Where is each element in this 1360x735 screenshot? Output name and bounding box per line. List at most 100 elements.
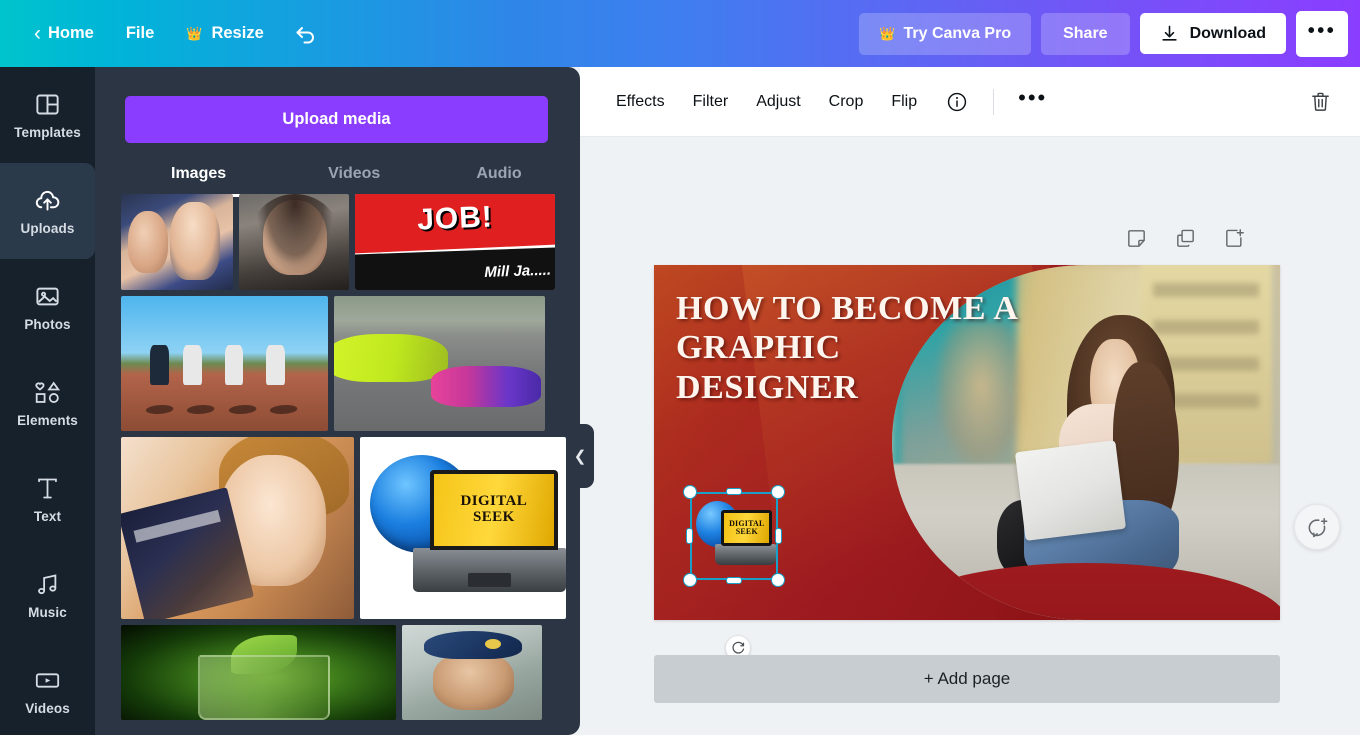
file-menu-button[interactable]: File [110,15,170,52]
resize-handle-top-right[interactable] [771,485,785,499]
sidebar-item-videos[interactable]: Videos [0,643,95,735]
design-headline[interactable]: HOW TO BECOME A GRAPHIC DESIGNER [676,289,1027,407]
sidebar-label-elements: Elements [17,412,78,428]
sidebar-label-uploads: Uploads [20,220,75,236]
tab-audio[interactable]: Audio [474,159,523,189]
thumbnail-two-girls-selfie[interactable] [121,194,233,290]
tab-images[interactable]: Images [154,159,243,197]
thumbnail-green-tea-plant[interactable] [121,625,396,720]
sidebar-item-elements[interactable]: Elements [0,355,95,451]
trash-icon [1312,92,1329,111]
page-notes-button[interactable] [1125,227,1148,250]
canva-editor-window: ‹ Home File 👑 Resize 👑 Try Canva Pro Sha… [0,0,1360,735]
selected-element-digital-seek-logo[interactable]: DIGITAL SEEK [683,485,785,587]
resize-handle-right-middle[interactable] [775,528,782,544]
sidebar-item-text[interactable]: Text [0,451,95,547]
info-icon [947,92,967,111]
download-icon [1161,25,1177,41]
left-rail: Templates Uploads Photos Elements Text M… [0,67,95,735]
photo-icon [36,287,59,305]
resize-handle-top-left[interactable] [683,485,697,499]
sidebar-label-music: Music [28,604,67,620]
uploads-grid: JOB! Mill Ja..... DIGITAL SEEK [121,194,566,735]
filter-button[interactable]: Filter [679,84,743,120]
thumbnail-pushup-exercise[interactable] [334,296,545,431]
upload-media-button[interactable]: Upload media [125,96,548,143]
thumbnail-woman-portrait-selfie[interactable] [239,194,349,290]
thumbnail-child-reading-dictionary[interactable] [121,437,354,619]
download-button[interactable]: Download [1139,13,1286,54]
adjust-button[interactable]: Adjust [742,84,814,120]
home-label: Home [48,24,94,42]
job-banner-title: JOB! [416,200,494,237]
sidebar-item-templates[interactable]: Templates [0,67,95,163]
add-page-icon [1226,229,1244,247]
uploads-row-3: DIGITAL SEEK [121,437,566,619]
resize-label: Resize [211,24,264,42]
resize-handle-bottom-middle[interactable] [726,577,742,584]
templates-icon [36,94,59,114]
thumbnail-officer-portrait[interactable] [402,625,542,720]
digital-seek-line2: SEEK [473,508,515,525]
notes-icon [1128,230,1145,247]
sidebar-label-templates: Templates [14,124,81,140]
rotate-icon [731,641,744,654]
music-note-icon [38,573,57,594]
uploads-row-2 [121,296,566,431]
duplicate-page-icon [1177,229,1194,247]
job-banner-black-bar: Mill Ja..... [355,247,555,290]
top-bar: ‹ Home File 👑 Resize 👑 Try Canva Pro Sha… [0,0,1360,67]
try-pro-label: Try Canva Pro [903,24,1012,42]
download-label: Download [1189,24,1266,42]
top-more-options-button[interactable]: ••• [1296,10,1348,57]
sidebar-label-videos: Videos [25,700,70,716]
share-button[interactable]: Share [1041,12,1130,55]
panel-collapse-button[interactable]: ❮ [566,424,594,488]
crown-icon: 👑 [186,26,203,41]
design-page[interactable]: HOW TO BECOME A GRAPHIC DESIGNER DIGITAL… [654,265,1280,620]
crop-button[interactable]: Crop [815,84,878,120]
laptop-screen-graphic: DIGITAL SEEK [429,469,558,550]
sidebar-label-photos: Photos [24,316,71,332]
flip-button[interactable]: Flip [877,84,931,120]
canvas-area: HOW TO BECOME A GRAPHIC DESIGNER DIGITAL… [580,137,1360,735]
laptop-base-graphic [413,548,566,592]
thumbnail-digital-seek-logo[interactable]: DIGITAL SEEK [359,437,566,619]
sidebar-item-photos[interactable]: Photos [0,259,95,355]
upload-cloud-icon [35,190,60,210]
file-label: File [125,24,155,42]
home-button[interactable]: ‹ Home [18,14,110,53]
job-banner-red-bar: JOB! [355,194,555,254]
crown-icon-pro: 👑 [879,26,896,41]
sidebar-item-uploads[interactable]: Uploads [0,163,95,259]
add-page-icon-button[interactable] [1223,227,1246,250]
resize-handle-bottom-right[interactable] [771,573,785,587]
undo-button[interactable] [280,14,332,54]
tab-videos[interactable]: Videos [326,159,382,189]
help-chat-button[interactable] [1294,504,1340,550]
toolbar-more-options-button[interactable]: ••• [1006,87,1059,113]
toolbar-divider [993,88,995,115]
thumbnail-kids-jumping[interactable] [121,296,328,431]
help-chat-icon [1308,517,1327,537]
digital-seek-line1: DIGITAL [460,493,528,510]
uploads-row-1: JOB! Mill Ja..... [121,194,566,290]
sidebar-item-music[interactable]: Music [0,547,95,643]
add-page-button[interactable]: + Add page [654,655,1280,703]
shapes-icon [35,381,61,403]
chevron-left-icon-collapse: ❮ [573,448,587,465]
info-button[interactable] [937,82,977,122]
resize-handle-left-middle[interactable] [686,528,693,544]
chevron-left-icon: ‹ [34,22,41,45]
duplicate-page-button[interactable] [1174,227,1197,250]
try-canva-pro-button[interactable]: 👑 Try Canva Pro [859,12,1032,55]
effects-button[interactable]: Effects [602,84,679,120]
thumbnail-job-banner[interactable]: JOB! Mill Ja..... [355,194,555,290]
delete-element-button[interactable] [1301,82,1340,121]
resize-handle-bottom-left[interactable] [683,573,697,587]
toolbar-buttons-group: Effects Filter Adjust Crop Flip ••• [580,82,1301,122]
resize-button[interactable]: 👑 Resize [170,15,279,52]
top-bar-left-group: ‹ Home File 👑 Resize [0,14,859,54]
uploads-panel: Upload media Images Videos Audio JOB! Mi… [95,67,580,735]
resize-handle-top-middle[interactable] [726,488,742,495]
